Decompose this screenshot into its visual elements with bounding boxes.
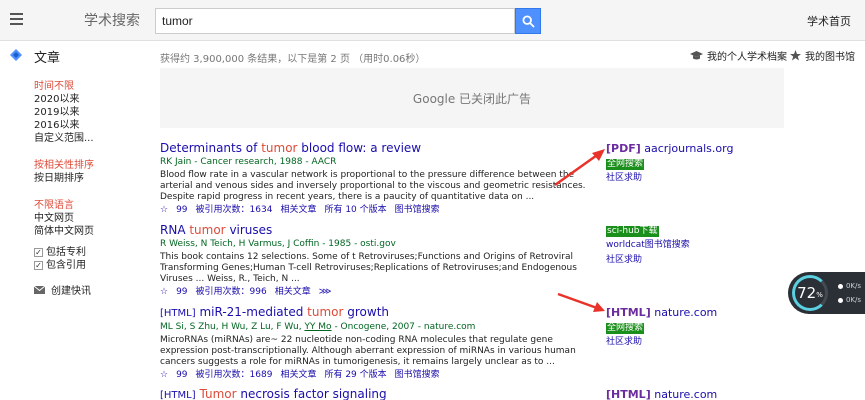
more-options-icon[interactable]: ⋙: [319, 286, 332, 298]
search-result: [HTML] miR-21-mediated tumor growth ML S…: [160, 305, 590, 381]
cited-by-link[interactable]: 被引用次数：1634: [196, 204, 273, 216]
language-simplified-chinese[interactable]: 简体中文网页: [34, 225, 144, 238]
menu-icon[interactable]: [10, 13, 23, 25]
all-versions-link[interactable]: 所有 29 个版本: [324, 369, 386, 381]
time-filter-any[interactable]: 时间不限: [34, 80, 144, 93]
ad-closed-text: Google 已关闭此广告: [412, 91, 532, 106]
cite-quote-icon[interactable]: 99: [176, 286, 187, 298]
result-title-link[interactable]: Determinants of tumor blood flow: a revi…: [160, 141, 590, 156]
language-chinese[interactable]: 中文网页: [34, 212, 144, 225]
star-icon: [790, 50, 801, 61]
time-filter-2019[interactable]: 2019以来: [34, 106, 144, 119]
save-star-icon[interactable]: ☆: [160, 369, 168, 381]
include-patents-label: 包括专利: [46, 247, 86, 258]
cited-by-link[interactable]: 被引用次数：1689: [196, 369, 273, 381]
create-alert-link[interactable]: 创建快讯: [34, 282, 144, 297]
library-search-link[interactable]: 图书馆搜索: [395, 369, 440, 381]
result-actions: ☆ 99 被引用次数：1634 相关文章 所有 10 个版本 图书馆搜索: [160, 204, 590, 216]
scihub-download-badge[interactable]: sci-hub下载: [606, 226, 659, 237]
related-articles-link[interactable]: 相关文章: [275, 286, 311, 298]
include-citations-label: 包含引用: [46, 260, 86, 271]
annotation-arrow-icon: [554, 149, 605, 187]
result-authors: R Weiss, N Teich, H Varmus, J Coffin - 1…: [160, 239, 396, 249]
fulltext-link[interactable]: [PDF] aacrjournals.org: [606, 141, 733, 156]
graduation-cap-icon: [690, 50, 703, 59]
related-articles-link[interactable]: 相关文章: [280, 204, 316, 216]
section-label: 文章: [34, 51, 61, 66]
network-speed-widget[interactable]: 72% 0K/s 0K/s: [788, 272, 865, 314]
sort-relevance[interactable]: 按相关性排序: [34, 159, 144, 172]
checkbox-checked-icon: ✓: [34, 248, 43, 257]
mail-icon: [34, 285, 45, 294]
profile-link-label: 我的个人学术档案: [707, 52, 787, 63]
checkbox-checked-icon: ✓: [34, 261, 43, 270]
include-patents-checkbox[interactable]: ✓ 包括专利: [34, 246, 144, 259]
annotation-arrow-icon: [557, 292, 605, 312]
save-star-icon[interactable]: ☆: [160, 286, 168, 298]
cited-by-link[interactable]: 被引用次数：996: [196, 286, 267, 298]
ad-placeholder: Google 已关闭此广告: [160, 68, 784, 128]
result-snippet: This book contains 12 selections. Some o…: [160, 252, 577, 284]
usage-gauge: 72%: [792, 275, 828, 311]
community-help-link[interactable]: 社区求助: [606, 253, 726, 268]
all-versions-link[interactable]: 所有 10 个版本: [324, 204, 386, 216]
scholar-home-link[interactable]: 学术首页: [807, 13, 851, 29]
search-result: Determinants of tumor blood flow: a revi…: [160, 141, 590, 216]
filter-sidebar: 时间不限 2020以来 2019以来 2016以来 自定义范围... 按相关性排…: [34, 80, 144, 297]
sort-date[interactable]: 按日期排序: [34, 172, 144, 185]
result-title-link[interactable]: RNA tumor viruses: [160, 223, 590, 238]
site-logo[interactable]: 学术搜索: [84, 10, 140, 30]
time-filter-custom[interactable]: 自定义范围...: [34, 132, 144, 145]
result-side-links: [HTML] nature.com 全网搜索 社区求助: [606, 305, 726, 350]
save-star-icon[interactable]: ☆: [160, 204, 168, 216]
result-snippet: MicroRNAs (miRNAs) are~ 22 nucleotide no…: [160, 335, 576, 367]
result-title-link[interactable]: [HTML] miR-21-mediated tumor growth: [160, 305, 590, 321]
result-side-links: sci-hub下载 worldcat图书馆搜索 社区求助: [606, 223, 726, 268]
top-header: 学术搜索 学术首页: [0, 0, 865, 41]
related-articles-link[interactable]: 相关文章: [280, 369, 316, 381]
library-search-link[interactable]: 图书馆搜索: [395, 204, 440, 216]
result-title-link[interactable]: [HTML] Tumor necrosis factor signaling: [160, 387, 590, 400]
results-stats: 获得约 3,900,000 条结果，以下是第 2 页 （用时0.06秒）: [160, 54, 426, 65]
result-actions: ☆ 99 被引用次数：1689 相关文章 所有 29 个版本 图书馆搜索: [160, 369, 590, 381]
search-icon: [521, 14, 535, 28]
time-filter-2020[interactable]: 2020以来: [34, 93, 144, 106]
fulltext-link[interactable]: [HTML] nature.com: [606, 387, 726, 400]
result-side-links: [PDF] aacrjournals.org 全网搜索 社区求助: [606, 141, 733, 186]
subheader: 文章 获得约 3,900,000 条结果，以下是第 2 页 （用时0.06秒） …: [0, 42, 865, 69]
articles-icon: [10, 49, 22, 61]
upload-rate: 0K/s: [837, 282, 861, 290]
search-button[interactable]: [515, 8, 541, 34]
create-alert-label: 创建快讯: [51, 286, 91, 297]
result-snippet: Blood flow rate in a vascular network is…: [160, 170, 586, 202]
download-dot-icon: [837, 297, 843, 303]
result-authors: ML Si, S Zhu, H Wu, Z Lu, F Wu, YY Mo - …: [160, 322, 476, 332]
result-side-links: [HTML] nature.com: [606, 387, 726, 400]
search-result: [HTML] Tumor necrosis factor signaling: [160, 387, 590, 400]
language-any[interactable]: 不限语言: [34, 199, 144, 212]
search-box[interactable]: [155, 8, 515, 34]
search-input[interactable]: [156, 9, 514, 33]
search-result: RNA tumor viruses R Weiss, N Teich, H Va…: [160, 223, 590, 298]
cite-quote-icon[interactable]: 99: [176, 204, 187, 216]
community-help-link[interactable]: 社区求助: [606, 335, 726, 350]
include-citations-checkbox[interactable]: ✓ 包含引用: [34, 259, 144, 272]
library-link[interactable]: 我的图书馆: [790, 48, 855, 63]
web-search-badge[interactable]: 全网搜索: [606, 159, 645, 170]
library-link-label: 我的图书馆: [805, 52, 855, 63]
download-rate: 0K/s: [837, 296, 861, 304]
time-filter-2016[interactable]: 2016以来: [34, 119, 144, 132]
cite-quote-icon[interactable]: 99: [176, 369, 187, 381]
profile-link[interactable]: 我的个人学术档案: [690, 48, 787, 63]
community-help-link[interactable]: 社区求助: [606, 171, 726, 186]
result-actions: ☆ 99 被引用次数：996 相关文章 ⋙: [160, 286, 590, 298]
upload-dot-icon: [837, 283, 843, 289]
result-authors: RK Jain - Cancer research, 1988 - AACR: [160, 157, 337, 167]
fulltext-link[interactable]: [HTML] nature.com: [606, 305, 726, 320]
worldcat-search-link[interactable]: worldcat图书馆搜索: [606, 238, 726, 253]
web-search-badge[interactable]: 全网搜索: [606, 323, 645, 334]
